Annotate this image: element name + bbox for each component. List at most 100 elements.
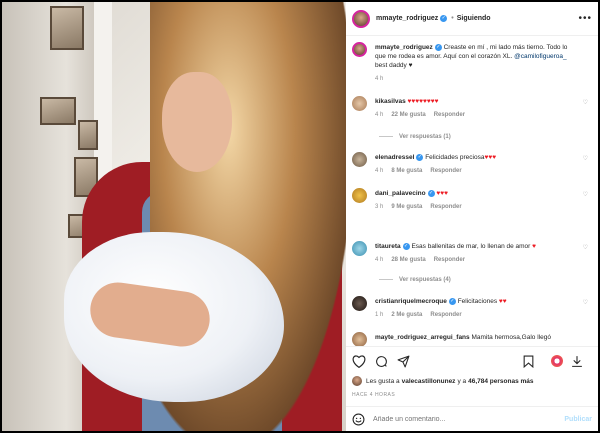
verified-badge-icon: ✓: [434, 43, 442, 51]
comment-body: cristianriquelmecroque ✓ Felicitaciones ♥…: [375, 297, 575, 320]
like-heart-icon[interactable]: [352, 354, 366, 368]
reply-button[interactable]: Responder: [434, 112, 465, 118]
photo-wall-frame: [78, 120, 98, 150]
verified-badge-icon: ✓: [440, 15, 448, 22]
comment-time: 4 h: [375, 168, 384, 174]
verified-badge-icon: ✓: [448, 297, 456, 305]
post-actions: Les gusta a valecastillonunez y a 46,784…: [346, 346, 598, 431]
post-header: mmayte_rodriguez ✓ • Siguiendo •••: [346, 2, 598, 36]
comment-username[interactable]: cristianriquelmecroque: [375, 298, 447, 305]
verified-badge-icon: ✓: [427, 189, 435, 197]
save-bookmark-icon[interactable]: [523, 355, 534, 368]
comment-username[interactable]: titaureta: [375, 243, 401, 250]
verified-badge-icon: ✓: [416, 153, 424, 161]
caption-mention[interactable]: @camilofigueroa_: [514, 53, 567, 60]
reply-button[interactable]: Responder: [430, 204, 461, 210]
comment-avatar[interactable]: [352, 296, 367, 311]
like-comment-heart-icon[interactable]: ♡: [583, 191, 588, 198]
comment-text: Felicitaciones: [457, 298, 498, 305]
comment-avatar[interactable]: [352, 332, 367, 346]
comment-body: elenadressel ✓ Felicidades preciosa♥♥♥ 4 …: [375, 153, 575, 176]
photo-wall-frame: [50, 6, 84, 50]
comment-likes[interactable]: 22 Me gusta: [391, 112, 425, 118]
comment-username[interactable]: kikasilvas: [375, 98, 406, 105]
comment-body: mayte_rodriguez_arregui_fans Mamita herm…: [375, 333, 575, 342]
likes-count[interactable]: 46,784 personas más: [468, 378, 533, 385]
comment-meta: 4 h 22 Me gusta Responder: [375, 111, 575, 120]
comment-username[interactable]: dani_palavecino: [375, 190, 426, 197]
view-replies-button[interactable]: Ver respuestas (1): [379, 134, 451, 140]
author-username[interactable]: mmayte_rodriguez: [376, 15, 438, 22]
like-comment-heart-icon[interactable]: ♡: [583, 244, 588, 251]
comment-meta: 4 h 28 Me gusta Responder: [375, 256, 575, 265]
heart-emoji: ♥♥♥: [484, 154, 497, 161]
download-icon[interactable]: [571, 355, 583, 368]
view-replies-button[interactable]: Ver respuestas (4): [379, 277, 451, 283]
comments-list[interactable]: mmayte_rodriguez ✓ Creaste en mí , mi lad…: [346, 36, 598, 346]
separator-dot: •: [451, 15, 454, 22]
liked-by-row: Les gusta a valecastillonunez y a 46,784…: [352, 376, 534, 386]
more-dots-icon[interactable]: •••: [578, 13, 592, 24]
comment-time: 1 h: [375, 312, 384, 318]
reply-button[interactable]: Responder: [430, 312, 461, 318]
publish-button[interactable]: Publicar: [564, 416, 592, 423]
post-photo[interactable]: [2, 2, 346, 431]
caption-tail: best daddy ♥: [375, 62, 413, 69]
share-send-icon[interactable]: [397, 355, 410, 368]
comment-text: Mamita hermosa,Galo llegó: [471, 334, 551, 341]
heart-emoji: ♥♥: [498, 298, 507, 305]
comment-likes[interactable]: 9 Me gusta: [391, 204, 422, 210]
post-side-panel: mmayte_rodriguez ✓ • Siguiendo ••• mmayt…: [346, 2, 598, 431]
heart-emoji: ♥: [532, 243, 537, 250]
comment-meta: 1 h 2 Me gusta Responder: [375, 311, 575, 320]
comment-avatar[interactable]: [352, 241, 367, 256]
comment-composer: Publicar: [346, 406, 598, 432]
add-comment-input[interactable]: [373, 416, 565, 423]
comment-text: Felicidades preciosa: [425, 154, 485, 161]
comment-body: titaureta ✓ Esas ballenitas de mar, lo ll…: [375, 242, 575, 265]
comment-time: 3 h: [375, 204, 384, 210]
emoji-smile-icon[interactable]: [352, 413, 365, 426]
like-comment-heart-icon[interactable]: ♡: [583, 299, 588, 306]
comment-username[interactable]: mayte_rodriguez_arregui_fans: [375, 334, 470, 341]
liked-by-mid: y a: [457, 377, 467, 385]
comment-avatar[interactable]: [352, 152, 367, 167]
liked-by-prefix: Les gusta a: [366, 377, 400, 385]
liked-by-user[interactable]: valecastillonunez: [402, 378, 456, 385]
photo-wall-frame: [40, 97, 76, 125]
comment-meta: 4 h 8 Me gusta Responder: [375, 167, 575, 176]
caption-username[interactable]: mmayte_rodriguez: [375, 44, 433, 51]
comment-avatar[interactable]: [352, 96, 367, 111]
reply-button[interactable]: Responder: [434, 257, 465, 263]
comment-time: 4 h: [375, 112, 384, 118]
comment-body: dani_palavecino ✓ ♥♥♥ 3 h 9 Me gusta Respon…: [375, 189, 575, 212]
comment-username[interactable]: elenadressel: [375, 154, 414, 161]
action-icons-right: [515, 355, 592, 368]
reply-button[interactable]: Responder: [430, 168, 461, 174]
photo-face: [162, 72, 232, 172]
comment-likes[interactable]: 8 Me gusta: [391, 168, 422, 174]
heart-emoji: ♥♥♥♥♥♥♥♥: [407, 98, 439, 105]
comment-text: Esas ballenitas de mar, lo llenan de amo…: [411, 243, 531, 250]
author-avatar[interactable]: [352, 9, 370, 28]
comment-body: kikasilvas ♥♥♥♥♥♥♥♥ 4 h 22 Me gusta Respon…: [375, 97, 575, 120]
like-comment-heart-icon[interactable]: ♡: [583, 99, 588, 106]
caption-text-block: mmayte_rodriguez ✓ Creaste en mí , mi lad…: [375, 43, 575, 84]
caption-avatar[interactable]: [352, 42, 367, 57]
caption-time: 4 h: [375, 76, 384, 82]
following-button[interactable]: Siguiendo: [457, 15, 491, 22]
comment-likes[interactable]: 2 Me gusta: [391, 312, 422, 318]
action-icons-row: [352, 353, 592, 369]
comment-avatar[interactable]: [352, 188, 367, 203]
post-timestamp: HACE 4 HORAS: [352, 392, 396, 398]
comment-likes[interactable]: 28 Me gusta: [391, 257, 425, 263]
reels-record-icon[interactable]: [551, 355, 563, 367]
comment-meta: 3 h 9 Me gusta Responder: [375, 203, 575, 212]
liker-avatar[interactable]: [352, 376, 362, 386]
comment-time: 4 h: [375, 257, 384, 263]
instagram-post-window: mmayte_rodriguez ✓ • Siguiendo ••• mmayt…: [0, 0, 600, 433]
heart-emoji: ♥♥♥: [436, 190, 448, 197]
like-comment-heart-icon[interactable]: ♡: [583, 155, 588, 162]
caption-meta: 4 h: [375, 75, 575, 84]
comment-bubble-icon[interactable]: [375, 355, 388, 368]
